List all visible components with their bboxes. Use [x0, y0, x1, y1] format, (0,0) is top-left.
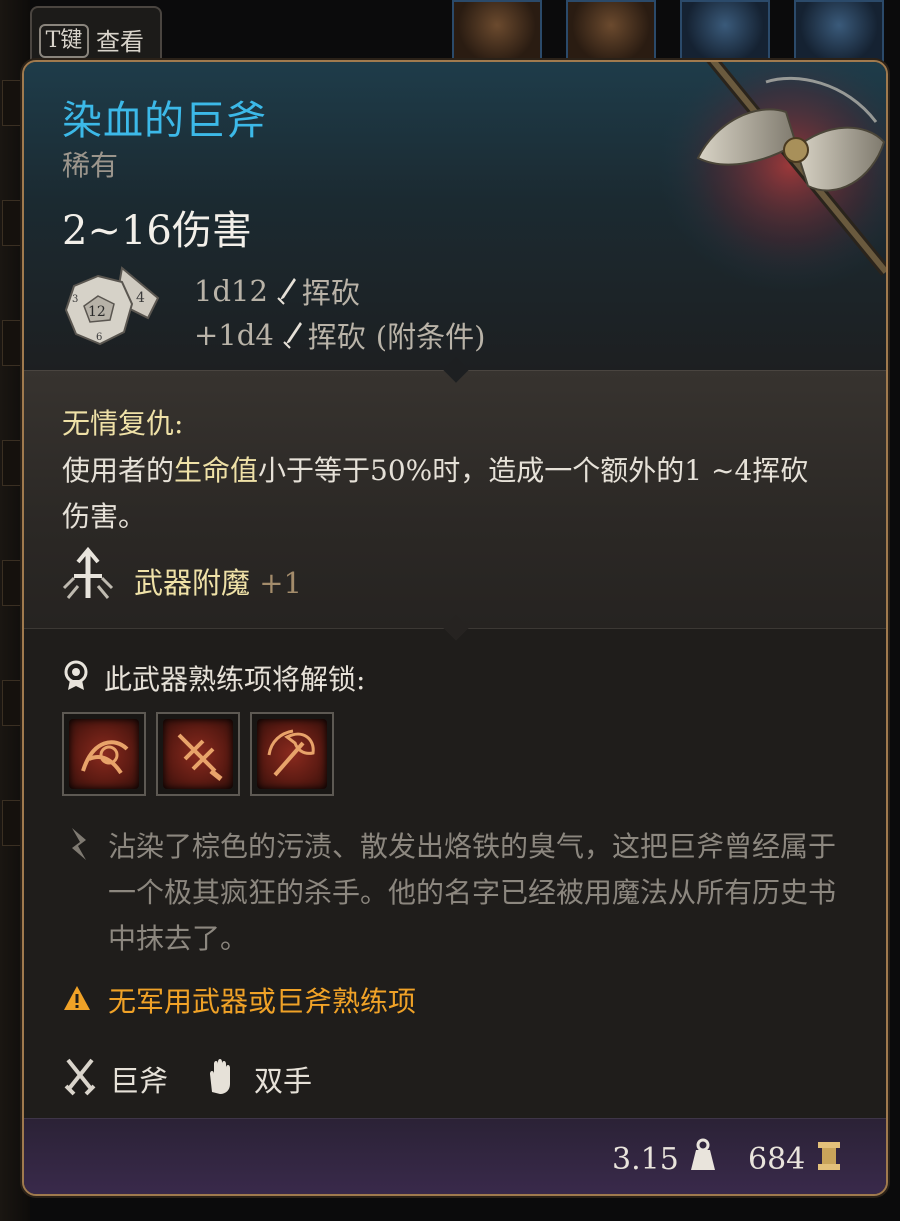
damage-type: 挥砍: [301, 276, 360, 310]
lore-scroll-icon: [72, 828, 86, 860]
damage-dice: 1d12: [194, 274, 268, 308]
hand-icon: [210, 1059, 230, 1094]
topple-action-icon[interactable]: [250, 712, 334, 796]
warning-icon: [64, 986, 90, 1010]
item-name: 染血的巨斧: [62, 98, 267, 144]
proficiency-title: 此武器熟练项将解锁:: [104, 663, 366, 696]
examine-key-hint[interactable]: T键 查看: [30, 6, 162, 64]
proficiency-warning: 无军用武器或巨斧熟练项: [108, 985, 417, 1018]
enchantment-name: 武器附魔: [134, 566, 251, 600]
damage-row: +1d4 挥砍 (附条件): [194, 314, 485, 356]
dice-icon: 4 12 3 6: [64, 266, 160, 346]
cleave-action-icon[interactable]: [62, 712, 146, 796]
gold-coin-icon: [818, 1142, 840, 1170]
enchantment-bonus: +1: [259, 566, 302, 600]
t-key-badge: T键: [39, 24, 89, 58]
svg-text:6: 6: [96, 332, 102, 343]
inventory-slot[interactable]: [452, 0, 542, 62]
handedness: 双手: [254, 1064, 313, 1098]
svg-text:12: 12: [88, 304, 106, 320]
damage-row: 1d12 挥砍: [194, 270, 360, 312]
weapon-enchantment-icon: [62, 546, 114, 599]
passive-desc-text: 使用者的: [62, 454, 175, 487]
damage-condition: (附条件): [375, 320, 486, 354]
item-weight: 3.15: [612, 1142, 679, 1177]
damage-type: 挥砍: [307, 320, 366, 354]
lacerate-action-icon[interactable]: [156, 712, 240, 796]
slashing-icon: [277, 278, 296, 305]
inventory-slot[interactable]: [794, 0, 884, 62]
passive-description: 使用者的生命值小于等于50%时，造成一个额外的1 ~4挥砍伤害。: [62, 448, 822, 540]
crossed-swords-icon: [64, 1058, 96, 1096]
svg-text:4: 4: [136, 290, 145, 306]
proficiency-badge-icon: [64, 660, 88, 690]
inventory-slot[interactable]: [566, 0, 656, 62]
svg-text:3: 3: [72, 294, 78, 305]
hit-points-keyword[interactable]: 生命值: [174, 454, 258, 487]
damage-range: 2~16伤害: [62, 208, 252, 254]
damage-dice: +1d4: [194, 318, 274, 352]
item-price: 684: [748, 1142, 806, 1177]
lore-text: 沾染了棕色的污渍、散发出烙铁的臭气，这把巨斧曾经属于一个极其疯狂的杀手。他的名字…: [108, 830, 837, 955]
passive-title: 无情复仇:: [62, 407, 184, 440]
weapon-category: 巨斧: [110, 1064, 169, 1098]
greataxe-art-icon: [646, 62, 886, 292]
item-tooltip: 染血的巨斧 稀有 2~16伤害 4 12 3 6 1d12 挥砍 +1d4 挥砍…: [22, 60, 888, 1196]
slashing-icon: [283, 322, 302, 349]
inventory-slot[interactable]: [680, 0, 770, 62]
item-rarity: 稀有: [62, 149, 119, 182]
enchantment-label: 武器附魔 +1: [134, 560, 302, 602]
examine-label: 查看: [96, 28, 144, 56]
weight-icon: [691, 1138, 715, 1170]
